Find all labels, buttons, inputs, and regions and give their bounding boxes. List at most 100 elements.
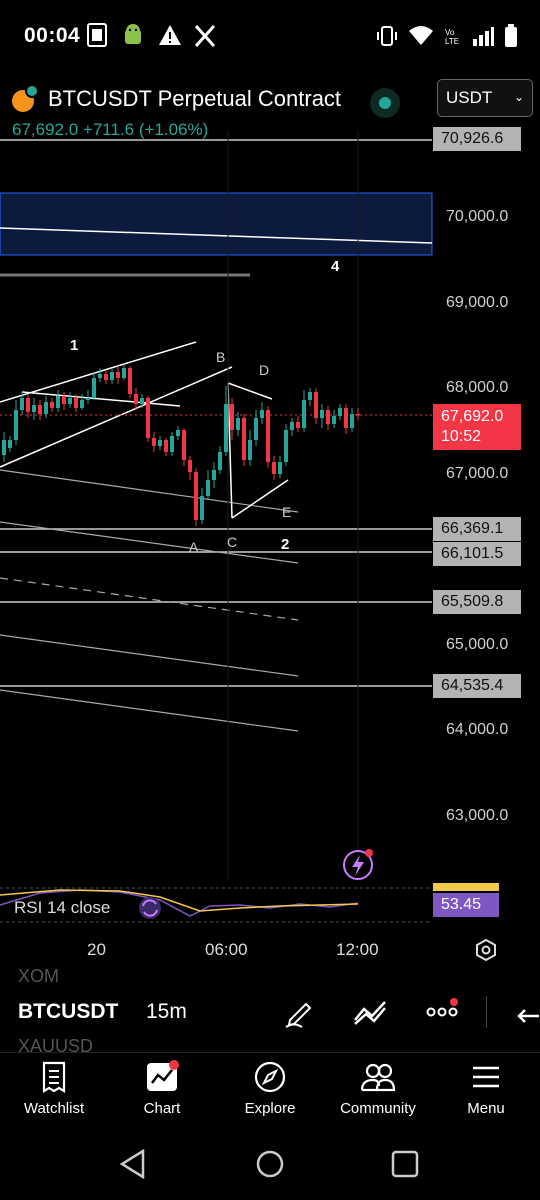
notification-icon — [86, 22, 108, 48]
prev-symbol[interactable]: XOM — [18, 966, 59, 987]
candle-body — [26, 398, 30, 412]
wave-label-a: A — [189, 539, 199, 555]
nav-menu[interactable]: Menu — [436, 1060, 536, 1117]
chart-icon — [147, 1060, 179, 1091]
wave-label-c: C — [227, 534, 237, 550]
time-label: 06:00 — [205, 940, 248, 959]
recents-icon[interactable] — [390, 1148, 420, 1180]
channel-line — [0, 577, 299, 621]
undo-icon[interactable] — [510, 994, 540, 1030]
chart-settings-icon[interactable] — [474, 938, 498, 962]
svg-text:Vo: Vo — [445, 28, 455, 37]
candle-body — [182, 430, 186, 460]
candle-body — [200, 496, 204, 520]
candle-body — [164, 440, 168, 452]
time-label: 12:00 — [336, 940, 379, 959]
market-status-icon[interactable] — [370, 88, 400, 118]
candle-body — [32, 405, 36, 412]
vibrate-icon — [377, 26, 397, 46]
more-icon[interactable] — [424, 994, 460, 1030]
current-price: 67,692.0 — [441, 408, 504, 425]
channel-line — [0, 521, 299, 564]
axis-label: 69,000.0 — [446, 294, 509, 311]
candle-body — [122, 368, 126, 378]
axis-label: 65,000.0 — [446, 636, 509, 653]
candle-body — [206, 480, 210, 496]
watchlist-icon — [42, 1061, 66, 1093]
exchange-badge-icon — [25, 84, 39, 98]
wave-label-2: 2 — [281, 536, 289, 553]
compass-icon — [254, 1061, 286, 1093]
time-label: 20 — [87, 940, 106, 959]
channel-line — [0, 366, 233, 468]
candle-body — [8, 440, 12, 448]
symbol-title[interactable]: BTCUSDT Perpetual Contract — [48, 86, 341, 112]
candle-body — [338, 408, 342, 416]
rsi-ma-tag — [433, 883, 499, 891]
price-tag: 66,101.5 — [433, 542, 521, 566]
candle-body — [260, 410, 264, 418]
nav-watchlist[interactable]: Watchlist — [4, 1060, 104, 1117]
candle-body — [170, 436, 174, 452]
candle-body — [158, 440, 162, 446]
community-icon — [360, 1063, 396, 1092]
status-icons-left — [86, 22, 216, 48]
candle-body — [266, 410, 270, 462]
candle-body — [302, 400, 306, 428]
signal-icon — [473, 27, 494, 46]
current-price-tag: 67,692.0 10:52 — [433, 404, 521, 450]
nav-label: Watchlist — [23, 1100, 85, 1117]
candle-body — [296, 422, 300, 428]
candle-body — [116, 372, 120, 378]
channel-line — [0, 634, 299, 677]
candle-body — [278, 462, 282, 474]
system-nav — [0, 1134, 540, 1200]
candle-body — [308, 392, 312, 400]
candle-body — [134, 394, 138, 404]
drawing-tool-icon[interactable] — [282, 994, 318, 1030]
wave-label-e: E — [282, 504, 291, 520]
candle-body — [2, 440, 6, 455]
candle-body — [188, 460, 192, 472]
candle-body — [74, 398, 78, 408]
candle-body — [284, 430, 288, 462]
nav-chart[interactable]: Chart — [112, 1060, 212, 1117]
home-icon[interactable] — [254, 1148, 286, 1180]
nav-label: Menu — [467, 1100, 505, 1117]
symbol-selector[interactable]: BTCUSDT — [18, 1000, 118, 1024]
wave-label-4: 4 — [331, 258, 340, 275]
chevron-down-icon: ⌄ — [513, 90, 524, 104]
currency-select[interactable]: USDT ⌄ — [437, 79, 533, 117]
candle-body — [14, 410, 18, 440]
price-tag: 65,509.8 — [433, 590, 521, 614]
candle-body — [62, 396, 66, 404]
wave-label-d: D — [259, 362, 269, 378]
rsi-label[interactable]: RSI 14 close — [14, 898, 110, 918]
nav-explore[interactable]: Explore — [220, 1060, 320, 1117]
indicators-icon[interactable] — [352, 994, 388, 1030]
candle-body — [110, 372, 114, 380]
nav-label: Explore — [244, 1100, 296, 1117]
status-bar: 00:04 Vo LTE — [0, 0, 540, 72]
candle-body — [230, 404, 234, 430]
candle-body — [152, 438, 156, 446]
price-tag: 64,535.4 — [433, 674, 521, 698]
channel-line — [0, 469, 299, 513]
candle-body — [218, 452, 222, 470]
candle-body — [332, 416, 336, 424]
back-icon[interactable] — [118, 1148, 148, 1180]
candle-body — [20, 398, 24, 410]
interval-selector[interactable]: 15m — [146, 1000, 187, 1024]
nav-community[interactable]: Community — [328, 1060, 428, 1117]
candle-body — [272, 462, 276, 474]
currency-value: USDT — [446, 88, 493, 107]
candle-body — [98, 374, 102, 378]
candle-body — [224, 404, 228, 452]
svg-text:LTE: LTE — [445, 37, 459, 46]
candle-body — [140, 398, 144, 404]
supply-zone — [0, 192, 433, 256]
wave-label-1: 1 — [70, 337, 78, 354]
candle-body — [80, 400, 84, 408]
candle-body — [350, 414, 354, 428]
candle-body — [356, 414, 360, 416]
